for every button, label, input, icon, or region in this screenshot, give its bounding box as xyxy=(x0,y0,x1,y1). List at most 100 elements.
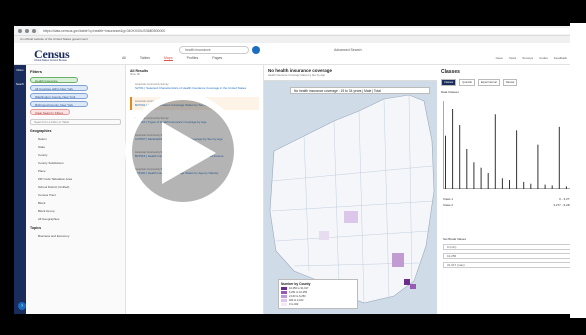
break-field-mid[interactable]: 10,256 xyxy=(443,253,571,259)
topics-group[interactable]: Topics xyxy=(30,226,121,230)
filter-search-input[interactable]: Search for a Filter or Table xyxy=(30,119,121,125)
class-histogram xyxy=(443,101,571,189)
county-shaded[interactable] xyxy=(392,253,404,267)
results-view[interactable]: View: All xyxy=(130,73,259,76)
histogram-bar xyxy=(466,149,468,189)
legend-label: 2,163 to 6,250 xyxy=(289,295,306,298)
filters-panel: Filters Health Insurance All Counties wi… xyxy=(26,65,126,314)
filter-chip-geo-3[interactable]: Richmond County, New York xyxy=(30,101,88,107)
help-button[interactable]: ? xyxy=(18,302,26,310)
filter-chip-topic[interactable]: Health Insurance xyxy=(30,77,78,83)
geo-item[interactable]: County xyxy=(30,151,121,159)
result-card[interactable]: American Community Survey S2701 | Select… xyxy=(130,80,259,93)
classes-title: Classes xyxy=(441,69,460,75)
forward-icon[interactable] xyxy=(25,28,29,33)
filter-chip-geo-2[interactable]: Washington County, New York xyxy=(30,93,88,99)
geo-item[interactable]: All Geographies xyxy=(30,215,121,223)
logo-subtitle: United States Census Bureau xyxy=(34,59,67,62)
legend-title: Number by County xyxy=(281,282,311,286)
feedback-button[interactable]: Feedback xyxy=(554,56,567,60)
toolbar: Geos Years Surveys Codes Feedback xyxy=(496,56,567,60)
clear-filters-button[interactable]: Clear Search / Filters xyxy=(30,109,70,115)
legend-row: 0 to 462 xyxy=(281,303,355,306)
address-bar[interactable]: https://data.census.gov/table?q=health+i… xyxy=(39,27,571,34)
histogram-bar xyxy=(558,126,560,189)
geo-item[interactable]: Census Tract xyxy=(30,191,121,199)
histogram-bar xyxy=(501,178,503,189)
geographies-group[interactable]: Geographies xyxy=(30,129,121,133)
legend-row: 6,251 to 10,255 xyxy=(281,291,355,294)
geo-item[interactable]: Block Group xyxy=(30,207,121,215)
app-header: Census United States Census Bureau healt… xyxy=(14,43,575,65)
histogram-bar xyxy=(480,167,482,189)
reload-icon[interactable] xyxy=(32,28,36,33)
data-classes-text: Data Classes xyxy=(441,90,459,94)
advanced-search-link[interactable]: Advanced Search xyxy=(334,48,362,52)
county-shaded[interactable] xyxy=(404,279,410,285)
result-title[interactable]: S2701 | Selected Characteristics of Heal… xyxy=(135,86,256,90)
back-icon[interactable] xyxy=(18,28,22,33)
topic-item[interactable]: Business and Economy xyxy=(30,232,121,240)
tab-natural[interactable]: Natural xyxy=(502,79,518,86)
histogram-svg xyxy=(445,109,567,189)
tab-quantile[interactable]: Quantile xyxy=(459,79,475,86)
legend-row: 463 to 2,162 xyxy=(281,299,355,302)
break-values: Set Break Values 0 (min) 10,256 31,017 (… xyxy=(443,235,571,268)
geo-item[interactable]: Block xyxy=(30,199,121,207)
classification-tabs: Classes Quantile Equal Interval Natural xyxy=(441,79,571,86)
search-input[interactable]: health insurance xyxy=(179,46,249,54)
rail-filters[interactable]: Filters xyxy=(14,69,26,79)
legend-swatch xyxy=(281,295,287,298)
tab-equal-interval[interactable]: Equal Interval xyxy=(477,79,500,86)
side-rail: Filters Search xyxy=(14,65,26,314)
play-icon xyxy=(162,122,216,184)
tab-profiles[interactable]: Profiles xyxy=(187,56,199,61)
geo-item[interactable]: Nation xyxy=(30,135,121,143)
surveys-button[interactable]: Surveys xyxy=(522,56,533,60)
county-shaded[interactable] xyxy=(344,211,358,223)
map-variable-selector[interactable]: No health insurance coverage : 19 to 34 … xyxy=(290,87,430,94)
data-classes-label: Data Classes xyxy=(441,90,571,94)
classes-panel: Classes Classes Quantile Equal Interval … xyxy=(437,65,575,314)
rail-search[interactable]: Search xyxy=(14,83,26,93)
right-edge-block xyxy=(570,23,586,318)
result-tabs: All Tables Maps Profiles Pages xyxy=(122,56,222,61)
legend-row: 2,163 to 6,250 xyxy=(281,295,355,298)
histogram-bar xyxy=(452,109,454,189)
tab-pages[interactable]: Pages xyxy=(212,56,222,61)
geo-item[interactable]: County Subdivision xyxy=(30,159,121,167)
histogram-bar xyxy=(459,125,461,189)
histogram-bar xyxy=(445,135,446,189)
video-play-button[interactable] xyxy=(125,93,241,209)
class-row[interactable]: Class 2 3,277 - 9,245 xyxy=(443,203,571,207)
geo-item[interactable]: Place xyxy=(30,167,121,175)
histogram-bar xyxy=(551,185,553,189)
histogram-bar xyxy=(565,186,567,189)
tab-all[interactable]: All xyxy=(122,56,126,61)
map-panel[interactable]: No health insurance coverage Health Insu… xyxy=(264,65,437,314)
histogram-bar xyxy=(494,114,496,189)
gov-banner: An official website of the United States… xyxy=(14,36,575,43)
years-button[interactable]: Years xyxy=(509,56,517,60)
geo-item[interactable]: School District (Unified) xyxy=(30,183,121,191)
histogram-bar xyxy=(544,184,546,189)
histogram-bar xyxy=(509,180,510,189)
geo-item[interactable]: State xyxy=(30,143,121,151)
search-icon[interactable] xyxy=(252,46,260,54)
break-field-min[interactable]: 0 (min) xyxy=(443,244,571,250)
tab-tables[interactable]: Tables xyxy=(140,56,150,61)
histogram-bar xyxy=(516,130,518,189)
filter-chip-geo-1[interactable]: All Counties within New York xyxy=(30,85,88,91)
geos-button[interactable]: Geos xyxy=(496,56,503,60)
tab-classes[interactable]: Classes xyxy=(441,79,457,86)
legend-swatch xyxy=(281,299,287,302)
legend-swatch xyxy=(281,291,287,294)
county-shaded[interactable] xyxy=(410,284,416,289)
class-row[interactable]: Class 10 - 3,277 xyxy=(443,197,571,201)
codes-button[interactable]: Codes xyxy=(539,56,548,60)
geo-item[interactable]: ZIP Code Tabulation Area xyxy=(30,175,121,183)
screen-frame: https://data.census.gov/table?q=health+i… xyxy=(14,26,575,314)
county-shaded[interactable] xyxy=(319,231,329,240)
break-field-max[interactable]: 31,017 (max) xyxy=(443,262,571,268)
tab-maps[interactable]: Maps xyxy=(164,56,173,61)
